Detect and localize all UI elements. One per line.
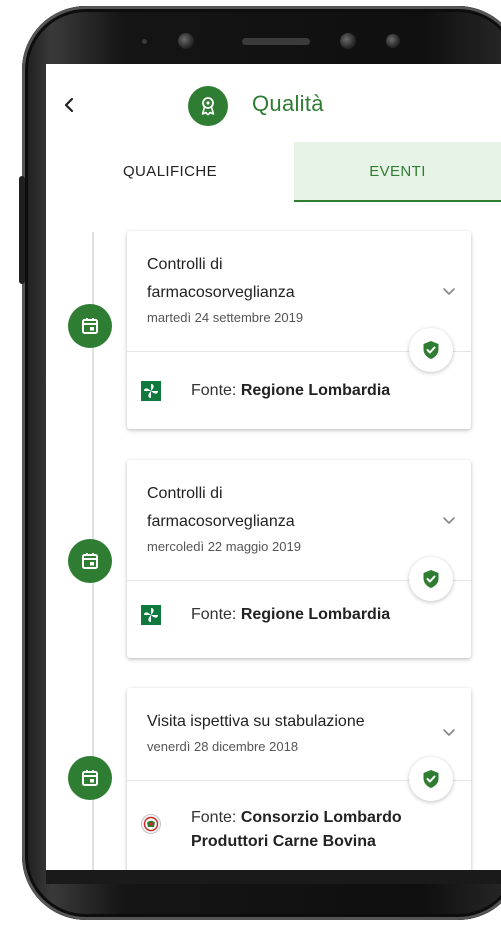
award-ribbon-icon bbox=[188, 86, 228, 126]
tab-bar: QUALIFICHE EVENTI bbox=[46, 142, 501, 202]
source-name-line1: Consorzio Lombardo bbox=[240, 809, 402, 826]
chevron-down-icon[interactable] bbox=[441, 512, 457, 528]
phone-top-bezel bbox=[46, 20, 501, 66]
calendar-icon bbox=[68, 756, 112, 800]
page-title: Qualità bbox=[252, 91, 324, 116]
chevron-down-icon[interactable] bbox=[441, 283, 457, 299]
event-source: Fonte: Consorzio Lombardo Produttori Car… bbox=[141, 806, 402, 854]
source-name: Regione Lombardia bbox=[240, 382, 391, 399]
front-camera-icon bbox=[178, 33, 194, 49]
tab-qualifiche[interactable]: QUALIFICHE bbox=[46, 142, 294, 200]
event-card-header[interactable]: Controlli di farmacosorveglianza martedì… bbox=[127, 231, 471, 329]
phone-bottom-bezel bbox=[46, 870, 501, 884]
earpiece-speaker bbox=[242, 38, 310, 45]
source-name-line2: Produttori Carne Bovina bbox=[191, 833, 376, 850]
event-title-line1: Visita ispettiva su stabulazione bbox=[147, 713, 365, 730]
chevron-down-icon[interactable] bbox=[441, 724, 457, 740]
verified-shield-icon bbox=[409, 328, 453, 372]
tab-eventi[interactable]: EVENTI bbox=[294, 142, 501, 202]
event-date: mercoledì 22 maggio 2019 bbox=[147, 539, 301, 554]
event-source: Fonte: Regione Lombardia bbox=[141, 379, 390, 403]
phone-side-button bbox=[19, 176, 25, 284]
chevron-left-icon bbox=[64, 97, 74, 113]
event-card[interactable]: Controlli di farmacosorveglianza mercole… bbox=[127, 460, 471, 658]
event-date: martedì 24 settembre 2019 bbox=[147, 310, 304, 325]
source-prefix: Fonte: bbox=[191, 809, 237, 826]
event-card[interactable]: Controlli di farmacosorveglianza martedì… bbox=[127, 231, 471, 429]
event-title-line2: farmacosorveglianza bbox=[147, 284, 295, 301]
app-header: Qualità bbox=[46, 64, 501, 142]
event-title-line2: farmacosorveglianza bbox=[147, 513, 295, 530]
event-card-header[interactable]: Controlli di farmacosorveglianza mercole… bbox=[127, 460, 471, 558]
ambient-sensor-icon bbox=[386, 34, 400, 48]
event-card-header[interactable]: Visita ispettiva su stabulazione venerdì… bbox=[127, 688, 471, 758]
app-screen: Qualità QUALIFICHE EVENTI Controlli di f… bbox=[46, 64, 501, 870]
event-title-line1: Controlli di bbox=[147, 485, 223, 502]
calendar-icon bbox=[68, 539, 112, 583]
verified-shield-icon bbox=[409, 557, 453, 601]
sensor-dot bbox=[142, 39, 147, 44]
source-prefix: Fonte: bbox=[191, 606, 237, 623]
event-title-line1: Controlli di bbox=[147, 256, 223, 273]
event-card[interactable]: Visita ispettiva su stabulazione venerdì… bbox=[127, 688, 471, 870]
event-date: venerdì 28 dicembre 2018 bbox=[147, 739, 299, 754]
calendar-icon bbox=[68, 304, 112, 348]
event-source: Fonte: Regione Lombardia bbox=[141, 603, 390, 627]
regione-lombardia-logo bbox=[141, 605, 161, 625]
source-name: Regione Lombardia bbox=[240, 606, 391, 623]
consorzio-lombardo-logo bbox=[141, 814, 161, 834]
proximity-sensor-icon bbox=[340, 33, 356, 49]
regione-lombardia-logo bbox=[141, 381, 161, 401]
back-button[interactable] bbox=[62, 94, 82, 118]
source-prefix: Fonte: bbox=[191, 382, 237, 399]
verified-shield-icon bbox=[409, 757, 453, 801]
